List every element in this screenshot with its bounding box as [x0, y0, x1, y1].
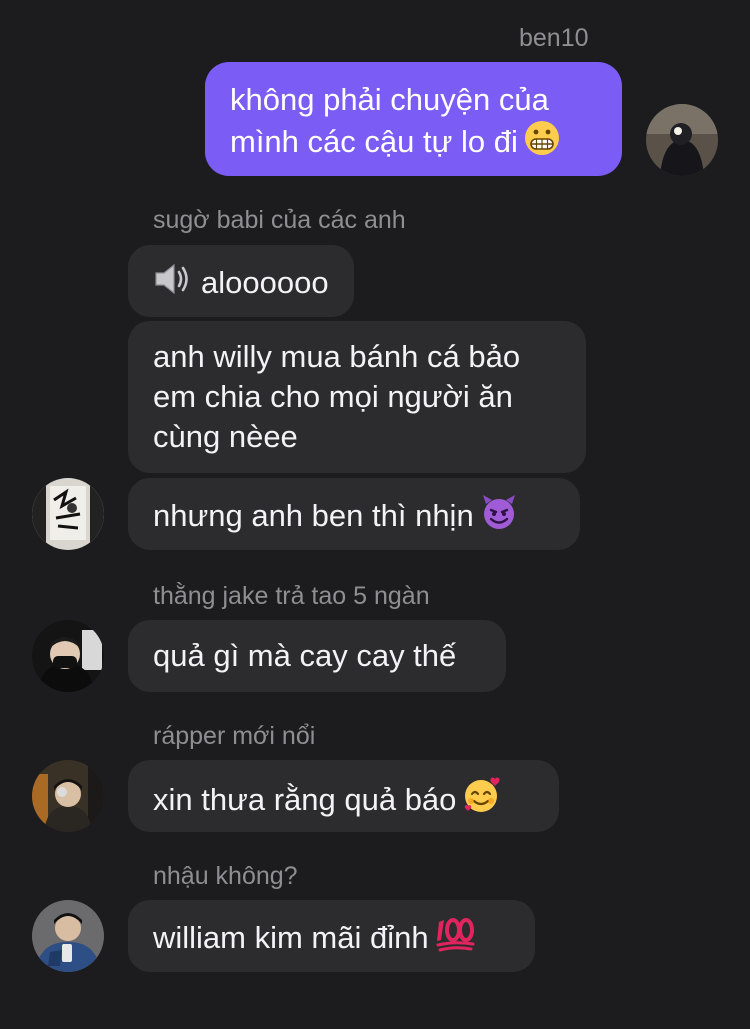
grimacing-face-icon	[524, 120, 560, 166]
avatar-ben10[interactable]	[646, 104, 718, 176]
incoming-message-bubble[interactable]: quả gì mà cay cay thế	[128, 620, 506, 692]
sender-name-group2: thằng jake trả tao 5 ngàn	[153, 582, 430, 610]
message-text: xin thưa rằng quả báo	[153, 782, 457, 817]
message-text: nhưng anh ben thì nhịn	[153, 498, 474, 533]
avatar-group3[interactable]	[32, 760, 104, 832]
sender-name-group3: rápper mới nổi	[153, 722, 316, 750]
incoming-message-bubble[interactable]: nhưng anh ben thì nhịn	[128, 478, 580, 550]
avatar-group2[interactable]	[32, 620, 104, 692]
speaker-icon	[153, 261, 193, 307]
smiling-devil-icon	[480, 494, 518, 540]
message-line: cùng nèee	[153, 419, 298, 454]
message-line: không phải chuyện của	[230, 82, 549, 117]
incoming-message-bubble[interactable]: anh willy mua bánh cá bảo em chia cho mọ…	[128, 321, 586, 473]
incoming-message-bubble[interactable]: william kim mãi đỉnh	[128, 900, 535, 972]
outgoing-message-bubble[interactable]: không phải chuyện của mình các cậu tự lo…	[205, 62, 622, 176]
message-text: aloooooo	[201, 265, 329, 300]
incoming-message-bubble[interactable]: aloooooo	[128, 245, 354, 317]
smiling-face-with-hearts-icon	[462, 776, 502, 824]
avatar-group1[interactable]	[32, 478, 104, 550]
message-line: em chia cho mọi người ăn	[153, 379, 513, 414]
message-line: mình các cậu tự lo đi	[230, 120, 598, 166]
sender-name-group4: nhậu không?	[153, 862, 298, 890]
sender-name-ben10: ben10	[519, 24, 589, 52]
incoming-message-bubble[interactable]: xin thưa rằng quả báo	[128, 760, 559, 832]
sender-name-group1: sugờ babi của các anh	[153, 206, 406, 234]
message-line: anh willy mua bánh cá bảo	[153, 339, 521, 374]
message-text: william kim mãi đỉnh	[153, 920, 429, 955]
message-text: quả gì mà cay cay thế	[153, 638, 457, 673]
avatar-group4[interactable]	[32, 900, 104, 972]
hundred-points-icon	[435, 916, 475, 962]
